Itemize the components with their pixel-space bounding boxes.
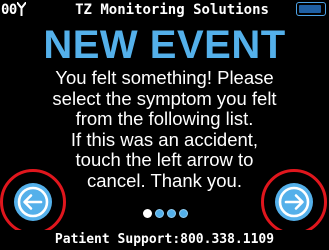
page-title: NEW EVENT: [43, 23, 286, 67]
battery-level-fill: [299, 5, 321, 13]
battery-icon: [296, 2, 326, 16]
support-footer: Patient Support:800.338.1109: [0, 230, 329, 250]
message-line: from the following list.: [75, 108, 254, 129]
page-dot: [155, 209, 164, 218]
page-dot: [179, 209, 188, 218]
signal-indicator: 00: [1, 1, 27, 19]
message-line: select the symptom you felt: [52, 87, 277, 109]
signal-text: 00: [1, 2, 17, 18]
message-line: touch the left arrow to: [75, 149, 254, 170]
antenna-icon: [16, 2, 27, 17]
app-title: TZ Monitoring Solutions: [75, 2, 269, 18]
page-dot-active: [143, 209, 152, 218]
status-bar: 00 TZ Monitoring Solutions: [0, 0, 329, 20]
message-line: If this was an accident,: [70, 128, 259, 150]
arrow-right-icon: [278, 186, 310, 218]
arrow-left-icon: [17, 186, 49, 218]
message-line: You felt something! Please: [55, 67, 274, 88]
device-screen: 00 TZ Monitoring Solutions NEW EVENT You…: [0, 0, 329, 250]
instruction-message: You felt something! Please select the sym…: [0, 67, 329, 191]
back-button[interactable]: [14, 183, 52, 221]
next-button[interactable]: [275, 183, 313, 221]
page-dot: [167, 209, 176, 218]
